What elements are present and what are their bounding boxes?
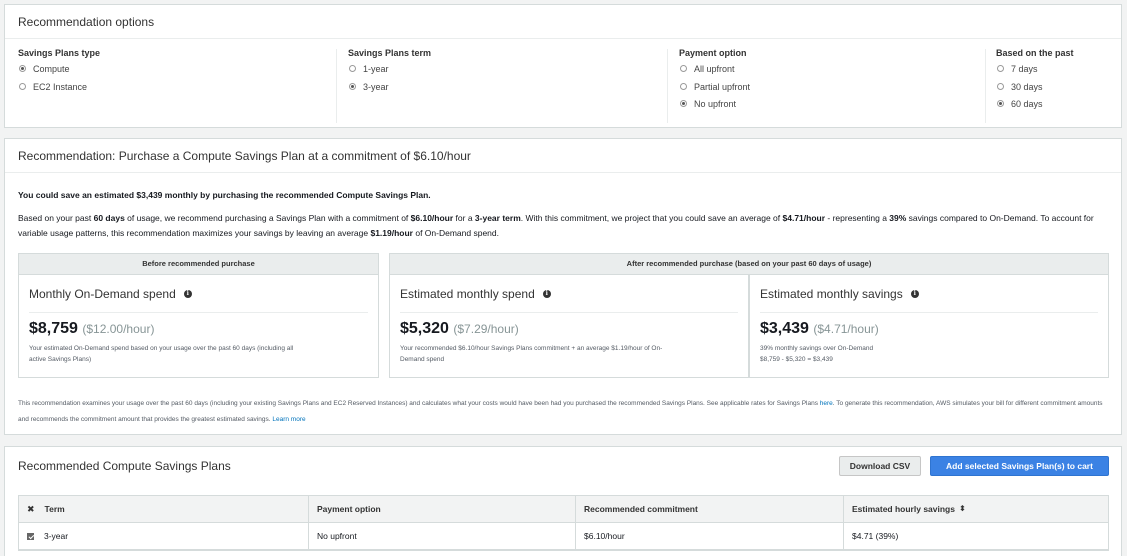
payment-cell: No upfront [309, 523, 576, 549]
download-csv-button[interactable]: Download CSV [839, 456, 921, 476]
radio-label: No upfront [694, 99, 737, 109]
radio-selected-icon[interactable] [680, 100, 687, 107]
radio-7-days[interactable]: 7 days [996, 63, 1074, 81]
card-note: Your recommended $6.10/hour Savings Plan… [400, 345, 663, 363]
plans-table: ✖ Term Payment option Recommended commitm… [18, 495, 1109, 551]
recommendation-title: Recommendation: Purchase a Compute Savin… [5, 139, 1121, 173]
monthly-on-demand-spend-card: Monthly On-Demand spend i $8,759 ($12.00/… [18, 275, 379, 378]
radio-label: Partial upfront [694, 81, 751, 92]
sort-icon[interactable]: ⬍ [959, 496, 966, 522]
group-heading: Based on the past [996, 48, 1074, 58]
card-amount: $8,759 ($12.00/hour) [29, 320, 155, 337]
radio-3-year[interactable]: 3-year [348, 81, 431, 99]
column-header-payment[interactable]: Payment option [309, 496, 576, 522]
estimated-monthly-spend-card: Estimated monthly spend i $5,320 ($7.29/h… [389, 275, 749, 378]
recommendation-description: Based on your past 60 days of usage, we … [18, 213, 1094, 238]
radio-label: 1-year [363, 64, 389, 74]
divider [336, 49, 337, 123]
radio-compute[interactable]: Compute [18, 63, 100, 81]
card-amount: $5,320 ($7.29/hour) [400, 320, 519, 337]
radio-all-upfront[interactable]: All upfront [679, 63, 750, 81]
card-title: Estimated monthly spend i [400, 287, 551, 301]
term-cell: 3-year [19, 523, 309, 549]
add-to-cart-button[interactable]: Add selected Savings Plan(s) to cart [930, 456, 1109, 476]
savings-summary: You could save an estimated $3,439 month… [18, 190, 431, 200]
info-icon[interactable]: i [910, 290, 919, 298]
column-header-term[interactable]: ✖ Term [19, 496, 309, 522]
before-purchase-header: Before recommended purchase [18, 253, 379, 275]
card-amount: $3,439 ($4.71/hour) [760, 320, 879, 337]
radio-no-upfront[interactable]: No upfront [679, 98, 750, 116]
divider [29, 312, 368, 313]
radio-selected-icon[interactable] [349, 82, 356, 90]
radio-selected-icon[interactable] [997, 100, 1004, 107]
radio-icon[interactable] [680, 65, 687, 72]
here-link[interactable]: here [820, 400, 833, 407]
card-title: Monthly On-Demand spend i [29, 287, 192, 301]
payment-option-group: Payment option All upfront Partial upfro… [679, 48, 750, 116]
learn-more-link[interactable]: Learn more [272, 416, 305, 423]
radio-label: Compute [33, 64, 70, 74]
table-row[interactable]: 3-year No upfront $6.10/hour $4.71 (39%) [19, 523, 1108, 550]
radio-icon[interactable] [349, 65, 356, 72]
card-title: Estimated monthly savings i [760, 287, 919, 301]
radio-1-year[interactable]: 1-year [348, 63, 431, 81]
radio-60-days[interactable]: 60 days [996, 98, 1074, 116]
radio-label: 7 days [1011, 64, 1038, 74]
radio-30-days[interactable]: 30 days [996, 81, 1074, 99]
savings-plans-type-group: Savings Plans type Compute EC2 Instance [18, 48, 100, 98]
radio-icon[interactable] [997, 82, 1004, 90]
group-heading: Savings Plans term [348, 48, 432, 58]
column-header-commitment[interactable]: Recommended commitment [576, 496, 844, 522]
recommendation-options-panel: Recommendation options Savings Plans typ… [4, 4, 1122, 128]
info-icon[interactable]: i [183, 290, 192, 298]
radio-label: 60 days [1011, 99, 1043, 109]
recommended-plans-panel: Recommended Compute Savings Plans Downlo… [4, 446, 1122, 556]
divider [667, 49, 668, 123]
radio-partial-upfront[interactable]: Partial upfront [679, 81, 750, 99]
options-panel-title: Recommendation options [5, 5, 1121, 39]
group-heading: Payment option [679, 48, 747, 58]
card-note: 39% monthly savings over On-Demand $8,759… [760, 345, 874, 363]
radio-label: All upfront [694, 64, 735, 74]
savings-cell: $4.71 (39%) [852, 531, 899, 541]
savings-plans-term-group: Savings Plans term 1-year 3-year [348, 48, 431, 98]
column-header-savings[interactable]: Estimated hourly savings ⬍ [844, 496, 1108, 522]
estimated-monthly-savings-card: Estimated monthly savings i $3,439 ($4.71… [749, 275, 1109, 378]
radio-ec2-instance[interactable]: EC2 Instance [18, 81, 100, 99]
recommendation-panel: Recommendation: Purchase a Compute Savin… [4, 138, 1122, 435]
radio-icon[interactable] [997, 65, 1004, 72]
info-icon[interactable]: i [542, 290, 551, 298]
deselect-all-icon[interactable]: ✖ [27, 496, 35, 522]
radio-icon[interactable] [19, 82, 26, 90]
card-note: Your estimated On-Demand spend based on … [29, 345, 294, 363]
divider [985, 49, 986, 123]
lookback-period-group: Based on the past 7 days 30 days 60 days [996, 48, 1074, 116]
radio-icon[interactable] [680, 82, 687, 90]
methodology-note: This recommendation examines your usage … [18, 400, 1103, 423]
radio-selected-icon[interactable] [19, 65, 26, 72]
commitment-cell: $6.10/hour [576, 523, 844, 549]
table-header-row: ✖ Term Payment option Recommended commitm… [19, 496, 1108, 523]
radio-label: 3-year [363, 81, 389, 92]
divider [760, 312, 1098, 313]
group-heading: Savings Plans type [18, 48, 101, 58]
row-checkbox[interactable] [27, 532, 34, 540]
radio-label: EC2 Instance [33, 81, 88, 92]
radio-label: 30 days [1011, 81, 1043, 92]
after-purchase-header: After recommended purchase (based on you… [389, 253, 1109, 275]
divider [400, 312, 738, 313]
